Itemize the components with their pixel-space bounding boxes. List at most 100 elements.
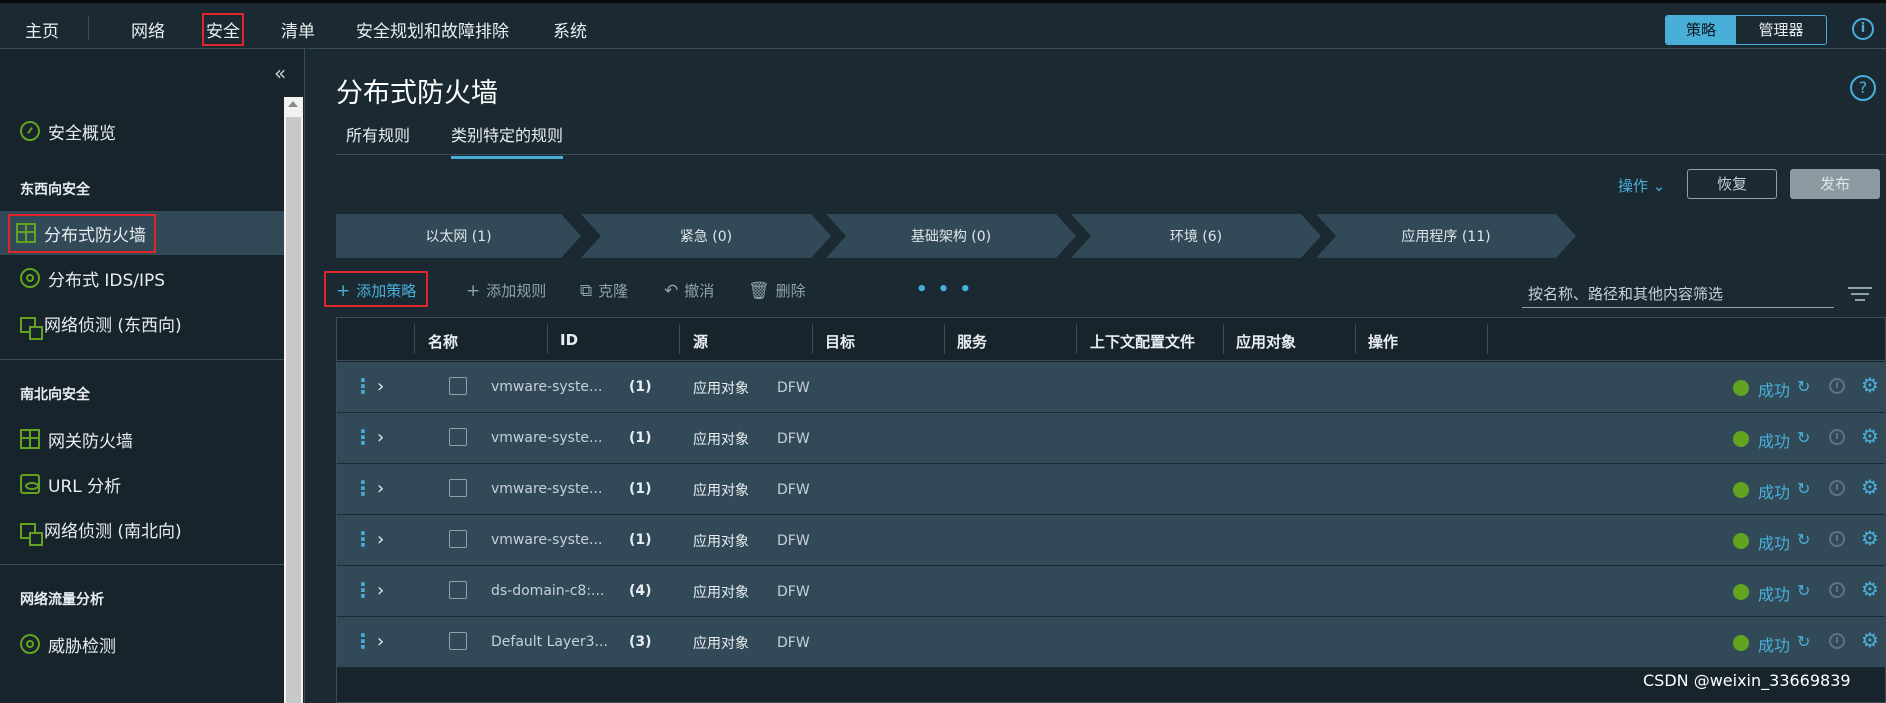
category-application[interactable]: 应用程序 (11) xyxy=(1316,214,1576,258)
sidebar-item-url-analysis[interactable]: URL 分析 xyxy=(0,462,284,506)
status-text[interactable]: 成功 xyxy=(1758,632,1790,656)
gear-icon[interactable]: ⚙ xyxy=(1861,475,1879,499)
row-checkbox[interactable] xyxy=(449,632,467,650)
gear-icon[interactable]: ⚙ xyxy=(1861,628,1879,652)
table-row[interactable]: ⋮ › vmware-syste... (1) 应用对象 DFW 成功 ↻ ⚙ xyxy=(337,413,1885,464)
sidebar-item-distributed-firewall[interactable]: 分布式防火墙 xyxy=(0,211,284,255)
row-menu-icon[interactable]: ⋮ xyxy=(353,631,373,651)
status-text[interactable]: 成功 xyxy=(1758,377,1790,401)
chevron-right-icon[interactable]: › xyxy=(377,478,384,499)
publish-button[interactable]: 发布 xyxy=(1790,169,1880,199)
category-environment[interactable]: 环境 (6) xyxy=(1071,214,1321,258)
info-icon[interactable]: i xyxy=(1852,18,1874,40)
add-policy-button[interactable]: + 添加策略 xyxy=(324,271,429,307)
table-row[interactable]: ⋮ › vmware-syste... (1) 应用对象 DFW 成功 ↻ ⚙ xyxy=(337,515,1885,566)
filter-input[interactable] xyxy=(1522,280,1834,308)
column-action[interactable]: 操作 xyxy=(1368,331,1398,352)
chevron-right-icon[interactable]: › xyxy=(377,631,384,652)
gear-icon[interactable]: ⚙ xyxy=(1861,577,1879,601)
tab-all-rules[interactable]: 所有规则 xyxy=(346,122,410,156)
history-icon[interactable] xyxy=(1829,429,1845,445)
sidebar-item-network-detection-ew[interactable]: 网络侦测 (东西向) xyxy=(0,301,284,345)
chevron-right-icon[interactable]: › xyxy=(377,427,384,448)
row-menu-icon[interactable]: ⋮ xyxy=(353,376,373,396)
history-icon[interactable] xyxy=(1829,378,1845,394)
toggle-policy[interactable]: 策略 xyxy=(1666,16,1737,44)
sidebar-item-gateway-firewall[interactable]: 网关防火墙 xyxy=(0,417,284,461)
column-id[interactable]: ID xyxy=(560,331,578,349)
refresh-icon[interactable]: ↻ xyxy=(1797,632,1810,651)
column-name[interactable]: 名称 xyxy=(428,331,458,352)
refresh-icon[interactable]: ↻ xyxy=(1797,530,1810,549)
row-checkbox[interactable] xyxy=(449,530,467,548)
history-icon[interactable] xyxy=(1829,531,1845,547)
help-icon[interactable]: ? xyxy=(1850,75,1876,101)
category-infrastructure[interactable]: 基础架构 (0) xyxy=(826,214,1076,258)
table-row[interactable]: ⋮ › ds-domain-c8:... (4) 应用对象 DFW 成功 ↻ ⚙ xyxy=(337,566,1885,617)
sidebar-item-security-overview[interactable]: 安全概览 xyxy=(0,109,284,153)
chevron-right-icon[interactable]: › xyxy=(377,580,384,601)
column-destination[interactable]: 目标 xyxy=(825,331,855,352)
sidebar-scrollbar[interactable] xyxy=(284,97,303,703)
sidebar-item-threat-detection[interactable]: 威胁检测 xyxy=(0,622,284,666)
add-rule-button[interactable]: + 添加规则 xyxy=(466,280,546,301)
collapse-sidebar-icon[interactable]: « xyxy=(274,61,286,85)
toggle-manager[interactable]: 管理器 xyxy=(1736,16,1826,44)
nav-home[interactable]: 主页 xyxy=(25,17,59,42)
status-text[interactable]: 成功 xyxy=(1758,479,1790,503)
sidebar-item-network-detection-ns[interactable]: 网络侦测 (南北向) xyxy=(0,507,284,551)
status-text[interactable]: 成功 xyxy=(1758,428,1790,452)
table-row[interactable]: ⋮ › vmware-syste... (1) 应用对象 DFW 成功 ↻ ⚙ xyxy=(337,464,1885,515)
history-icon[interactable] xyxy=(1829,582,1845,598)
row-checkbox[interactable] xyxy=(449,377,467,395)
chevron-right-icon[interactable]: › xyxy=(377,529,384,550)
gear-icon[interactable]: ⚙ xyxy=(1861,373,1879,397)
column-applied-to[interactable]: 应用对象 xyxy=(1236,331,1296,352)
row-menu-icon[interactable]: ⋮ xyxy=(353,478,373,498)
rule-count: (1) xyxy=(629,379,652,395)
applied-to-label: 应用对象 xyxy=(693,534,749,550)
nav-networking[interactable]: 网络 xyxy=(131,17,165,42)
column-context-profile[interactable]: 上下文配置文件 xyxy=(1090,331,1195,352)
sidebar-item-distributed-ids-ips[interactable]: 分布式 IDS/IPS xyxy=(0,256,284,300)
row-checkbox[interactable] xyxy=(449,479,467,497)
nav-divider xyxy=(88,16,89,40)
row-menu-icon[interactable]: ⋮ xyxy=(353,427,373,447)
nav-inventory[interactable]: 清单 xyxy=(281,17,315,42)
refresh-icon[interactable]: ↻ xyxy=(1797,581,1810,600)
gear-icon[interactable]: ⚙ xyxy=(1861,526,1879,550)
category-ethernet[interactable]: 以太网 (1) xyxy=(336,214,581,258)
refresh-icon[interactable]: ↻ xyxy=(1797,428,1810,447)
row-checkbox[interactable] xyxy=(449,581,467,599)
row-checkbox[interactable] xyxy=(449,428,467,446)
history-icon[interactable] xyxy=(1829,633,1845,649)
category-emergency[interactable]: 紧急 (0) xyxy=(581,214,831,258)
row-menu-icon[interactable]: ⋮ xyxy=(353,580,373,600)
refresh-icon[interactable]: ↻ xyxy=(1797,377,1810,396)
column-services[interactable]: 服务 xyxy=(957,331,987,352)
history-icon[interactable] xyxy=(1829,480,1845,496)
nav-plan-troubleshoot[interactable]: 安全规划和故障排除 xyxy=(356,17,509,42)
nav-security[interactable]: 安全 xyxy=(202,13,244,46)
status-success-icon xyxy=(1733,533,1749,549)
status-text[interactable]: 成功 xyxy=(1758,530,1790,554)
clone-button[interactable]: ⧉ 克隆 xyxy=(580,280,628,301)
undo-button[interactable]: ↶ 撤消 xyxy=(664,280,714,301)
table-row[interactable]: ⋮ › Default Layer3... (3) 应用对象 DFW 成功 ↻ … xyxy=(337,617,1885,668)
row-menu-icon[interactable]: ⋮ xyxy=(353,529,373,549)
table-row[interactable]: ⋮ › vmware-syste... (1) 应用对象 DFW 成功 ↻ ⚙ xyxy=(337,362,1885,413)
status-text[interactable]: 成功 xyxy=(1758,581,1790,605)
filter-icon[interactable] xyxy=(1848,287,1872,305)
column-source[interactable]: 源 xyxy=(693,331,708,352)
chevron-right-icon[interactable]: › xyxy=(377,376,384,397)
revert-button[interactable]: 恢复 xyxy=(1687,169,1777,199)
nav-system[interactable]: 系统 xyxy=(553,17,587,42)
actions-dropdown[interactable]: 操作 ⌄ xyxy=(1618,175,1665,196)
more-actions-icon[interactable]: • • • xyxy=(916,279,973,300)
refresh-icon[interactable]: ↻ xyxy=(1797,479,1810,498)
policy-name: ds-domain-c8:... xyxy=(491,583,605,599)
delete-button[interactable]: 🗑 删除 xyxy=(748,280,806,301)
gear-icon[interactable]: ⚙ xyxy=(1861,424,1879,448)
rule-count: (1) xyxy=(629,532,652,548)
applied-to-value: DFW xyxy=(777,431,810,447)
